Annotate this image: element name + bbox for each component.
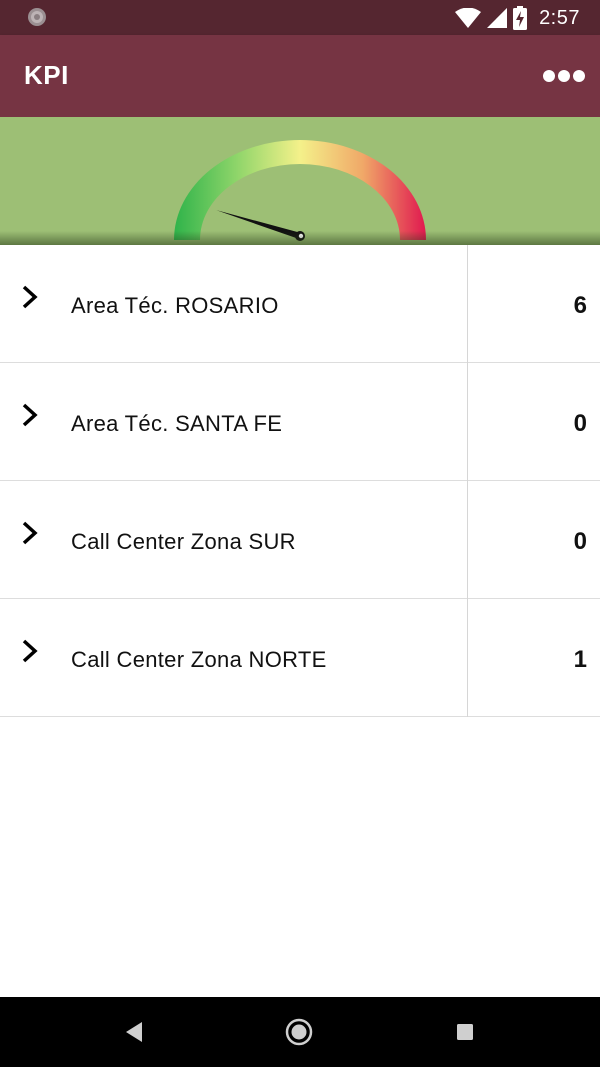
back-icon[interactable] — [119, 1017, 149, 1047]
kpi-list: Area Téc. ROSARIO 6 Area Téc. SANTA FE 0… — [0, 245, 600, 717]
list-item-value: 0 — [573, 410, 587, 437]
list-item-value: 1 — [573, 646, 587, 673]
navigation-bar — [0, 997, 600, 1067]
column-divider — [467, 481, 468, 599]
page-title: KPI — [24, 60, 69, 90]
battery-charging-icon — [513, 6, 528, 30]
list-item-value: 0 — [573, 528, 587, 555]
gauge-panel — [0, 117, 600, 245]
gauge-arc — [174, 140, 426, 240]
list-item[interactable]: Area Téc. ROSARIO 6 — [0, 245, 600, 363]
column-divider — [467, 245, 468, 363]
chevron-right-icon — [22, 285, 38, 309]
gauge — [174, 140, 426, 241]
more-icon[interactable] — [542, 64, 586, 88]
list-item-label: Area Téc. ROSARIO — [71, 293, 279, 318]
gauge-shadow — [0, 231, 600, 245]
signal-icon — [487, 8, 508, 28]
list-item[interactable]: Call Center Zona SUR 0 — [0, 481, 600, 599]
status-bar: 2:57 — [0, 0, 600, 35]
home-icon[interactable] — [284, 1017, 314, 1047]
list-item-label: Call Center Zona SUR — [71, 529, 296, 554]
chevron-right-icon — [22, 639, 38, 663]
recents-icon[interactable] — [450, 1017, 480, 1047]
column-divider — [467, 599, 468, 717]
notification-icon — [28, 8, 46, 26]
list-item-value: 6 — [573, 292, 587, 319]
status-time: 2:57 — [539, 6, 580, 29]
wifi-icon — [455, 8, 482, 28]
list-item-label: Area Téc. SANTA FE — [71, 411, 283, 436]
list-item[interactable]: Call Center Zona NORTE 1 — [0, 599, 600, 717]
list-item[interactable]: Area Téc. SANTA FE 0 — [0, 363, 600, 481]
app-bar: KPI — [0, 35, 600, 117]
list-item-label: Call Center Zona NORTE — [71, 647, 327, 672]
column-divider — [467, 363, 468, 481]
chevron-right-icon — [22, 403, 38, 427]
chevron-right-icon — [22, 521, 38, 545]
